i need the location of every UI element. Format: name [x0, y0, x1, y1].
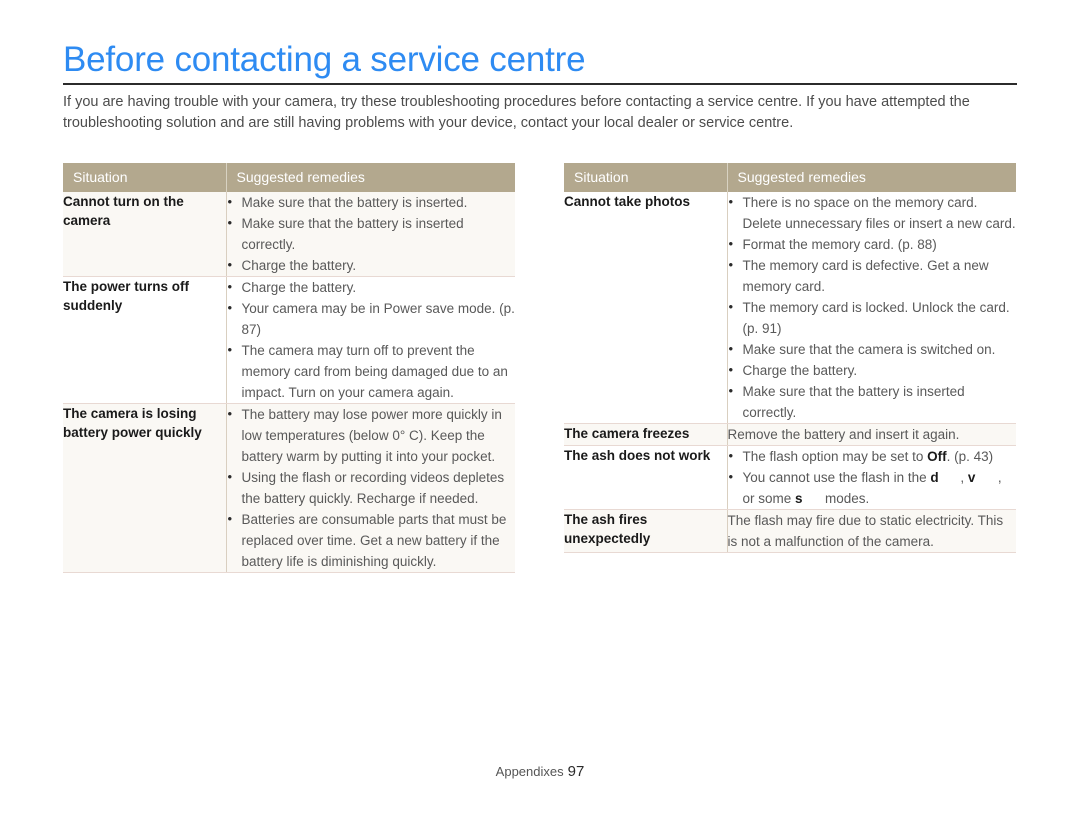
page-title: Before contacting a service centre: [63, 40, 586, 79]
remedy-text-after: modes.: [825, 491, 870, 506]
title-divider: [63, 83, 1017, 85]
table-row: The camera freezes Remove the battery an…: [564, 423, 1016, 446]
table-row: Cannot take photos There is no space on …: [564, 191, 1017, 424]
column-header-situation: Situation: [63, 163, 226, 192]
footer-label: Appendixes: [495, 764, 564, 779]
title-block: Before contacting a service centre: [63, 40, 1017, 85]
list-item: Using the flash or recording videos depl…: [227, 466, 516, 509]
list-item: The memory card is locked. Unlock the ca…: [728, 296, 1017, 339]
remedies-cell: The flash option may be set to Off. (p. …: [726, 445, 1017, 510]
situation-cell: The ash does not work: [564, 445, 727, 510]
situation-cell: The power turns off suddenly: [63, 276, 226, 404]
list-item: Make sure that the camera is switched on…: [728, 338, 1017, 360]
table-row: Cannot turn on the camera Make sure that…: [63, 191, 516, 277]
table-row: The camera is losing battery power quick…: [63, 403, 516, 573]
right-table-container: Situation Suggested remedies Cannot take…: [564, 163, 1016, 553]
remedy-list: There is no space on the memory card. De…: [728, 191, 1017, 423]
table-row: The power turns off suddenly Charge the …: [63, 276, 516, 404]
column-header-situation: Situation: [564, 163, 727, 192]
situation-cell: The camera is losing battery power quick…: [63, 403, 226, 573]
list-item: Your camera may be in Power save mode. (…: [227, 297, 516, 340]
remedies-cell: There is no space on the memory card. De…: [726, 191, 1017, 424]
remedies-cell: Make sure that the battery is inserted. …: [225, 191, 516, 277]
remedy-list: Make sure that the battery is inserted. …: [227, 191, 516, 276]
troubleshooting-table-right: Situation Suggested remedies Cannot take…: [564, 163, 1016, 553]
remedy-text: Remove the battery and insert it again.: [727, 427, 960, 442]
list-item: You cannot use the flash in the d, v, or…: [728, 466, 1017, 509]
remedy-text: The flash may fire due to static electri…: [727, 513, 1004, 549]
list-item: The camera may turn off to prevent the m…: [227, 339, 516, 403]
remedy-text-after: . (p. 43): [946, 449, 994, 464]
list-item: Charge the battery.: [227, 276, 516, 298]
remedies-cell: Charge the battery. Your camera may be i…: [225, 276, 516, 404]
remedies-cell: Remove the battery and insert it again.: [726, 423, 1016, 446]
page-number: 97: [567, 763, 585, 780]
situation-cell: The camera freezes: [564, 423, 727, 446]
remedy-text-mid1: ,: [960, 470, 968, 485]
list-item: The battery may lose power more quickly …: [227, 403, 516, 467]
flash-off-value: Off: [927, 449, 947, 464]
list-item: Make sure that the battery is inserted c…: [227, 212, 516, 255]
list-item: The memory card is defective. Get a new …: [728, 254, 1017, 297]
list-item: Charge the battery.: [227, 254, 516, 276]
list-item: Charge the battery.: [728, 359, 1017, 381]
remedy-list: The flash option may be set to Off. (p. …: [728, 445, 1017, 509]
remedy-text-before: You cannot use the flash in the: [742, 470, 931, 485]
list-item: Make sure that the battery is inserted.: [227, 191, 516, 213]
table-row: The ash does not work The flash option m…: [564, 445, 1017, 510]
list-item: The flash option may be set to Off. (p. …: [728, 445, 1017, 467]
column-header-remedies: Suggested remedies: [726, 163, 1016, 192]
list-item: Format the memory card. (p. 88): [728, 233, 1017, 255]
remedy-list: The battery may lose power more quickly …: [227, 403, 516, 572]
list-item: There is no space on the memory card. De…: [728, 191, 1017, 234]
page-root: Before contacting a service centre If yo…: [0, 0, 1080, 815]
situation-cell: Cannot take photos: [564, 192, 727, 424]
table-row: The ash fires unexpectedly The flash may…: [564, 509, 1016, 553]
list-item: Make sure that the battery is inserted c…: [728, 380, 1017, 423]
table-header-row: Situation Suggested remedies: [564, 163, 1016, 192]
situation-cell: Cannot turn on the camera: [63, 192, 226, 277]
mode-glyph-icon: s: [795, 491, 803, 506]
situation-cell: The ash fires unexpectedly: [564, 509, 727, 553]
remedies-cell: The flash may fire due to static electri…: [726, 509, 1016, 553]
remedy-list: Charge the battery. Your camera may be i…: [227, 276, 516, 403]
column-header-remedies: Suggested remedies: [225, 163, 515, 192]
mode-glyph-icon: d: [930, 470, 939, 485]
intro-paragraph: If you are having trouble with your came…: [63, 94, 970, 131]
left-table-container: Situation Suggested remedies Cannot turn…: [63, 163, 515, 573]
list-item: Batteries are consumable parts that must…: [227, 508, 516, 572]
remedy-text-before: The flash option may be set to: [742, 449, 928, 464]
mode-glyph-icon: v: [967, 470, 976, 485]
page-footer: Appendixes 97: [0, 763, 1080, 781]
remedies-cell: The battery may lose power more quickly …: [225, 403, 516, 573]
table-header-row: Situation Suggested remedies: [63, 163, 515, 192]
troubleshooting-table-left: Situation Suggested remedies Cannot turn…: [63, 163, 515, 573]
